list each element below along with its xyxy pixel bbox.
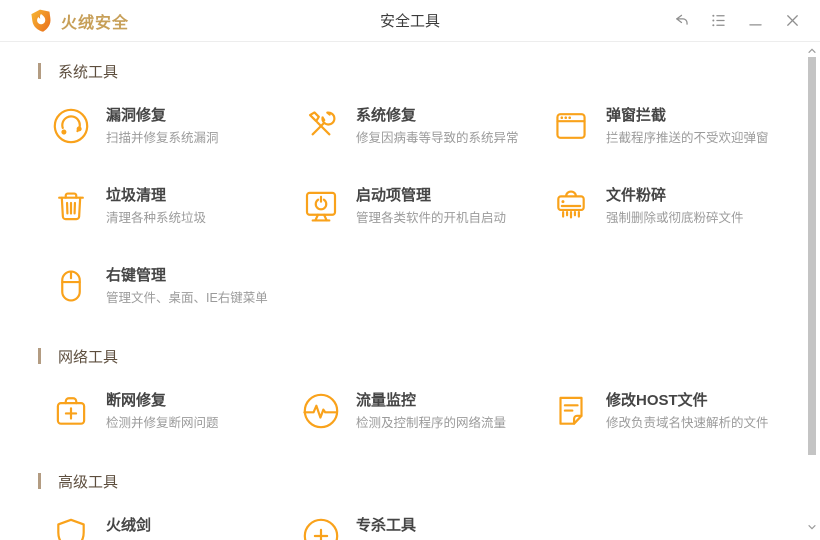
close-button[interactable] (780, 9, 804, 33)
huorong-shield-flame-icon (31, 9, 51, 32)
shield-icon (50, 515, 92, 540)
tool-junk-clean[interactable]: 垃圾清理清理各种系统垃圾 (50, 185, 300, 233)
menu-button[interactable] (706, 9, 730, 33)
tool-grid: 断网修复检测并修复断网问题 流量监控检测及控制程序的网络流量 修改HOST文件修改负… (50, 390, 820, 438)
chevron-down-icon (808, 524, 816, 530)
popup-window-icon (550, 105, 592, 147)
app-logo: 火绒安全 (30, 8, 129, 33)
tool-title: 修改HOST文件 (606, 392, 708, 409)
tool-description: 清理各种系统垃圾 (106, 211, 207, 225)
tool-title: 专杀工具 (356, 517, 417, 534)
section-system-tools: 系统工具漏洞修复扫描并修复系统漏洞 系统修复修复因病毒等导致的系统异常 弹窗拦截拦截… (38, 62, 820, 313)
window-controls (669, 9, 804, 33)
section-title: 网络工具 (58, 348, 119, 366)
tool-text: 漏洞修复扫描并修复系统漏洞 (106, 105, 219, 145)
pulse-circle-icon (300, 390, 342, 432)
tool-context-menu-manager[interactable]: 右键管理管理文件、桌面、IE右键菜单 (50, 265, 300, 313)
tool-description: 拦截程序推送的不受欢迎弹窗 (606, 131, 769, 145)
vulnerability-scan-icon (50, 105, 92, 147)
titlebar: 火绒安全 安全工具 (0, 0, 820, 42)
circle-icon (300, 515, 342, 540)
scrollbar-thumb[interactable] (808, 57, 816, 455)
tool-title: 漏洞修复 (106, 107, 167, 124)
tool-vulnerability-fix[interactable]: 漏洞修复扫描并修复系统漏洞 (50, 105, 300, 153)
tool-title: 文件粉碎 (606, 187, 667, 204)
tool-description: 强制删除或彻底粉碎文件 (606, 211, 744, 225)
section-header: 高级工具 (38, 472, 820, 491)
tool-text: 流量监控检测及控制程序的网络流量 (356, 390, 506, 430)
tool-file-shredder[interactable]: 文件粉碎强制删除或彻底粉碎文件 (550, 185, 800, 233)
back-arrow-icon (675, 14, 688, 25)
tool-text: 右键管理管理文件、桌面、IE右键菜单 (106, 265, 268, 305)
section-advanced-tools: 高级工具火绒剑 专杀工具 (38, 472, 820, 540)
scrollbar (806, 44, 818, 540)
tool-description: 管理各类软件的开机自启动 (356, 211, 507, 225)
tool-text: 火绒剑 (106, 515, 151, 540)
section-accent-bar (38, 348, 41, 364)
tool-description: 检测及控制程序的网络流量 (356, 416, 507, 430)
back-button[interactable] (669, 9, 693, 33)
crossed-tools-icon (300, 105, 342, 147)
app-name: 火绒安全 (61, 14, 130, 32)
tool-grid: 漏洞修复扫描并修复系统漏洞 系统修复修复因病毒等导致的系统异常 弹窗拦截拦截程序推送… (50, 105, 820, 313)
trash-can-icon (50, 185, 92, 227)
tool-text: 专杀工具 (356, 515, 416, 540)
tool-description: 检测并修复断网问题 (106, 416, 219, 430)
tool-title: 弹窗拦截 (606, 107, 667, 124)
section-title: 系统工具 (58, 63, 119, 81)
tool-grid: 火绒剑 专杀工具 (50, 515, 820, 540)
minimize-icon (748, 24, 762, 26)
tool-description: 修复因病毒等导致的系统异常 (356, 131, 519, 145)
section-header: 网络工具 (38, 347, 820, 366)
tool-edit-host-file[interactable]: 修改HOST文件修改负责域名快速解析的文件 (550, 390, 800, 438)
tool-text: 弹窗拦截拦截程序推送的不受欢迎弹窗 (606, 105, 769, 145)
section-header: 系统工具 (38, 62, 820, 81)
tool-special-killer[interactable]: 专杀工具 (300, 515, 550, 540)
section-accent-bar (38, 473, 41, 489)
chevron-up-icon (808, 48, 816, 54)
tool-description: 扫描并修复系统漏洞 (106, 131, 219, 145)
tool-title: 启动项管理 (356, 187, 432, 204)
scroll-down-button[interactable] (806, 522, 818, 532)
tool-network-repair[interactable]: 断网修复检测并修复断网问题 (50, 390, 300, 438)
minimize-button[interactable] (743, 9, 767, 33)
section-title: 高级工具 (58, 473, 119, 491)
document-fold-icon (550, 390, 592, 432)
tool-title: 火绒剑 (106, 517, 152, 534)
tool-title: 断网修复 (106, 392, 167, 409)
tools-area: 系统工具漏洞修复扫描并修复系统漏洞 系统修复修复因病毒等导致的系统异常 弹窗拦截拦截… (0, 62, 820, 540)
list-menu-icon (711, 14, 725, 27)
section-network-tools: 网络工具断网修复检测并修复断网问题 流量监控检测及控制程序的网络流量 修改HOST文… (38, 347, 820, 438)
tool-title: 垃圾清理 (106, 187, 167, 204)
tool-text: 断网修复检测并修复断网问题 (106, 390, 219, 430)
tool-text: 系统修复修复因病毒等导致的系统异常 (356, 105, 519, 145)
tool-description: 管理文件、桌面、IE右键菜单 (106, 291, 268, 305)
tool-text: 修改HOST文件修改负责域名快速解析的文件 (606, 390, 769, 430)
scroll-up-button[interactable] (806, 46, 818, 56)
tool-traffic-monitor[interactable]: 流量监控检测及控制程序的网络流量 (300, 390, 550, 438)
section-accent-bar (38, 63, 41, 79)
tool-title: 流量监控 (356, 392, 417, 409)
tool-title: 右键管理 (106, 267, 167, 284)
tool-popup-blocker[interactable]: 弹窗拦截拦截程序推送的不受欢迎弹窗 (550, 105, 800, 153)
tool-text: 启动项管理管理各类软件的开机自启动 (356, 185, 506, 225)
tool-huorong-sword[interactable]: 火绒剑 (50, 515, 300, 540)
tool-system-repair[interactable]: 系统修复修复因病毒等导致的系统异常 (300, 105, 550, 153)
close-icon (786, 15, 798, 26)
monitor-power-icon (300, 185, 342, 227)
first-aid-kit-icon (50, 390, 92, 432)
shredder-icon (550, 185, 592, 227)
tool-text: 垃圾清理清理各种系统垃圾 (106, 185, 206, 225)
tool-text: 文件粉碎强制删除或彻底粉碎文件 (606, 185, 744, 225)
tool-startup-manager[interactable]: 启动项管理管理各类软件的开机自启动 (300, 185, 550, 233)
tool-title: 系统修复 (356, 107, 417, 124)
tool-description: 修改负责域名快速解析的文件 (606, 416, 769, 430)
mouse-icon (50, 265, 92, 307)
